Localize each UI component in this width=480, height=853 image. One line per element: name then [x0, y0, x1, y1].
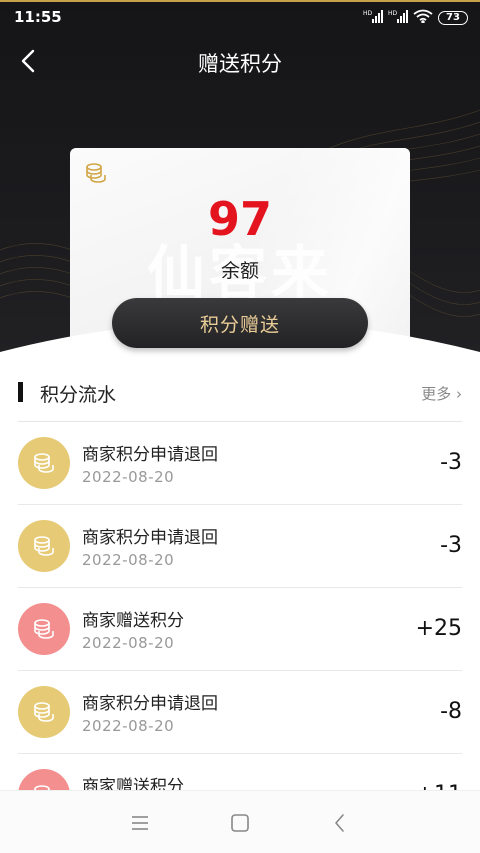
item-amount: -3	[440, 450, 462, 475]
list-item[interactable]: 商家积分申请退回 2022-08-20 -8	[18, 671, 462, 754]
list-item[interactable]: 商家积分申请退回 2022-08-20 -3	[18, 505, 462, 588]
list-item[interactable]: 商家积分申请退回 2022-08-20 -3	[18, 422, 462, 505]
gift-points-button[interactable]: 积分赠送	[112, 298, 368, 348]
list-item[interactable]: 商家赠送积分 2022-08-20 +25	[18, 588, 462, 671]
coins-icon	[18, 603, 70, 655]
item-date: 2022-08-20	[82, 468, 175, 486]
item-date: 2022-08-20	[82, 717, 175, 735]
menu-icon	[132, 816, 148, 830]
item-amount: -3	[440, 533, 462, 558]
section-title: 积分流水	[40, 384, 117, 406]
item-amount: -8	[440, 699, 462, 724]
square-icon	[231, 814, 249, 832]
section-header: 积分流水 更多 ›	[18, 376, 462, 408]
more-link[interactable]: 更多 ›	[421, 383, 462, 404]
item-title: 商家积分申请退回	[82, 528, 218, 548]
home-button[interactable]	[228, 811, 252, 835]
coins-icon	[18, 686, 70, 738]
item-amount: +25	[415, 616, 462, 641]
item-title: 商家积分申请退回	[82, 445, 218, 465]
item-date: 2022-08-20	[82, 634, 175, 652]
chevron-right-icon: ›	[456, 385, 462, 403]
item-date: 2022-08-20	[82, 551, 175, 569]
chevron-left-icon	[335, 814, 344, 832]
system-navigation-bar	[0, 790, 480, 853]
item-title: 商家赠送积分	[82, 611, 184, 631]
section-marker	[18, 382, 23, 402]
system-back-button[interactable]	[328, 811, 352, 835]
item-title: 商家积分申请退回	[82, 694, 218, 714]
curved-divider	[0, 321, 480, 420]
coins-icon	[18, 437, 70, 489]
coins-icon	[18, 520, 70, 572]
transaction-list: 商家积分申请退回 2022-08-20 -3 商家积分申请退回 2022-08-…	[18, 422, 462, 837]
menu-button[interactable]	[128, 811, 152, 835]
